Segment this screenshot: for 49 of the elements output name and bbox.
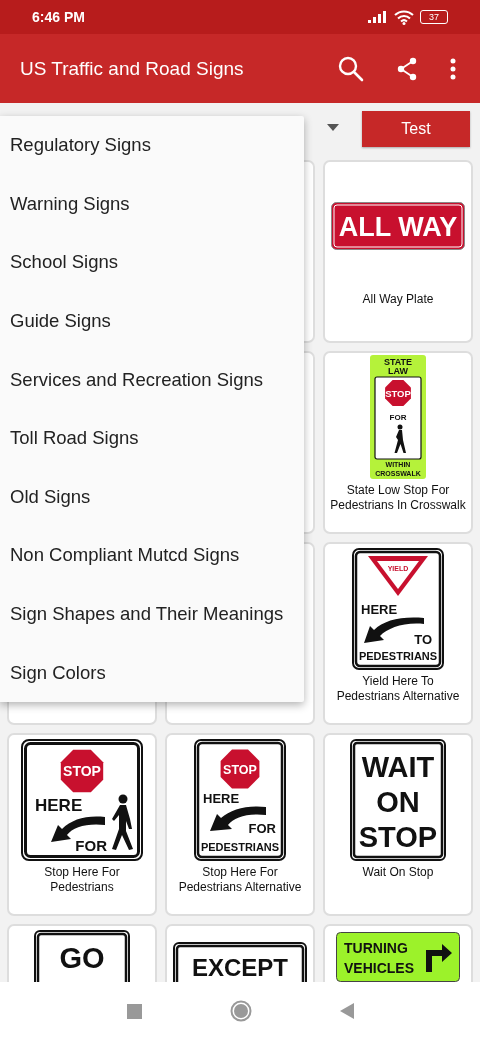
menu-item[interactable]: Regulatory Signs xyxy=(0,116,304,175)
sign-text: ALL WAY xyxy=(338,212,458,242)
sign-text: WAIT xyxy=(361,751,435,783)
sign-text: ON xyxy=(376,786,420,818)
sign-text: GO xyxy=(59,942,105,974)
sign-text: HERE xyxy=(35,796,83,815)
sign-text: EXCEPT xyxy=(192,954,288,981)
sign-caption: Wait On Stop xyxy=(361,865,435,880)
sign-text: FOR xyxy=(75,837,107,854)
sign-text: PEDESTRIANS xyxy=(200,841,280,853)
sign-caption: All Way Plate xyxy=(361,292,435,307)
sign-text: HERE xyxy=(361,602,398,617)
sign-text: HERE xyxy=(203,791,240,806)
sign-caption: Stop Here For Pedestrians Alternative xyxy=(177,865,303,895)
sign-text: STOP xyxy=(223,763,257,777)
menu-item[interactable]: School Signs xyxy=(0,233,304,292)
battery-icon: 37 xyxy=(420,10,448,24)
sign-text: TURNING xyxy=(344,940,408,956)
menu-item[interactable]: Old Signs xyxy=(0,467,304,527)
sign-text: STOP xyxy=(63,763,101,779)
sign-text: TO xyxy=(414,632,432,647)
sign-caption: Yield Here To Pedestrians Alternative xyxy=(335,674,461,704)
menu-item[interactable]: Services and Recreation Signs xyxy=(0,350,304,409)
sign-caption: State Low Stop For Pedestrians In Crosswalk xyxy=(329,483,467,513)
menu-item[interactable]: Toll Road Signs xyxy=(0,408,304,468)
sign-card[interactable]: TURNING VEHICLES xyxy=(323,924,473,982)
sign-text: FOR xyxy=(248,821,276,836)
test-button[interactable]: Test xyxy=(362,110,470,147)
menu-item[interactable]: Non Compliant Mutcd Signs xyxy=(0,526,304,585)
sign-card[interactable]: WAIT ON STOP Wait On Stop xyxy=(323,733,473,916)
sign-text: STOP xyxy=(385,388,411,399)
app-title: US Traffic and Road Signs xyxy=(20,57,245,80)
sign-card[interactable]: EXCEPT xyxy=(165,924,315,982)
menu-item[interactable]: Sign Shapes and Their Meanings xyxy=(0,584,304,644)
status-time: 6:46 PM xyxy=(32,9,85,25)
sign-card[interactable]: STOP HERE FOR PEDESTRIANS Stop Here For Pedestrians Alternative xyxy=(165,733,315,916)
sign-text: FOR xyxy=(389,413,407,422)
sign-card[interactable]: STOP HERE FOR Stop Here For Pedestrians xyxy=(7,733,157,916)
sign-text: PEDESTRIANS xyxy=(358,650,438,662)
sign-text: STOP xyxy=(358,821,438,853)
sign-text: VEHICLES xyxy=(344,960,414,976)
sign-card[interactable]: GO xyxy=(7,924,157,982)
sign-caption: Stop Here For Pedestrians xyxy=(43,865,121,895)
sign-text: LAW xyxy=(388,366,408,376)
menu-item[interactable]: Warning Signs xyxy=(0,174,304,234)
menu-item[interactable]: Guide Signs xyxy=(0,291,304,351)
menu-item[interactable]: Sign Colors xyxy=(0,643,304,702)
sign-card[interactable]: ALL WAY All Way Plate xyxy=(323,160,473,343)
sign-text: STATE xyxy=(383,357,413,367)
